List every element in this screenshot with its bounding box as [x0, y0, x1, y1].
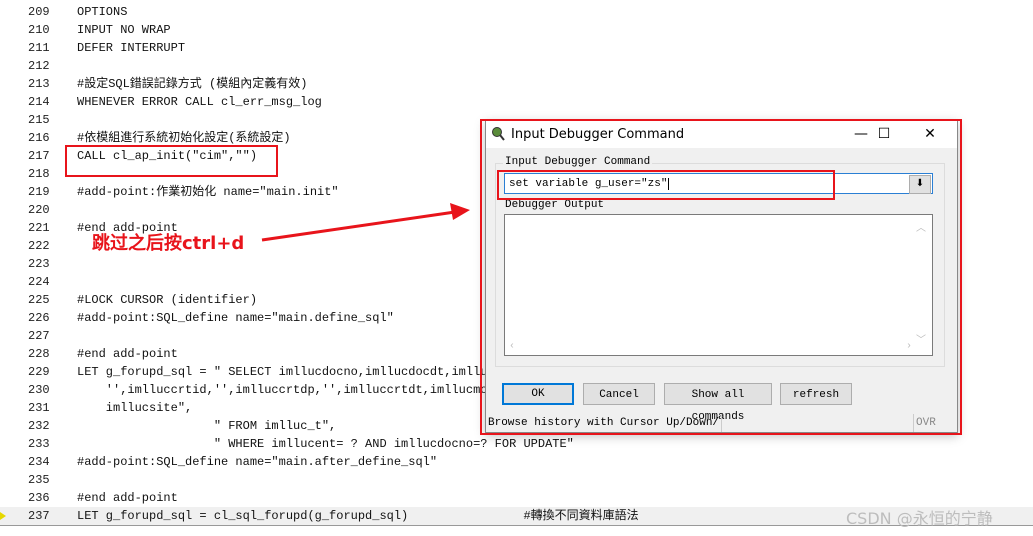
annotation-text: 跳过之后按ctrl+d	[92, 233, 245, 254]
highlight-box-command-input	[497, 170, 835, 200]
watermark: CSDN @永恒的宁静	[846, 509, 993, 528]
highlight-box-dialog	[480, 119, 962, 435]
